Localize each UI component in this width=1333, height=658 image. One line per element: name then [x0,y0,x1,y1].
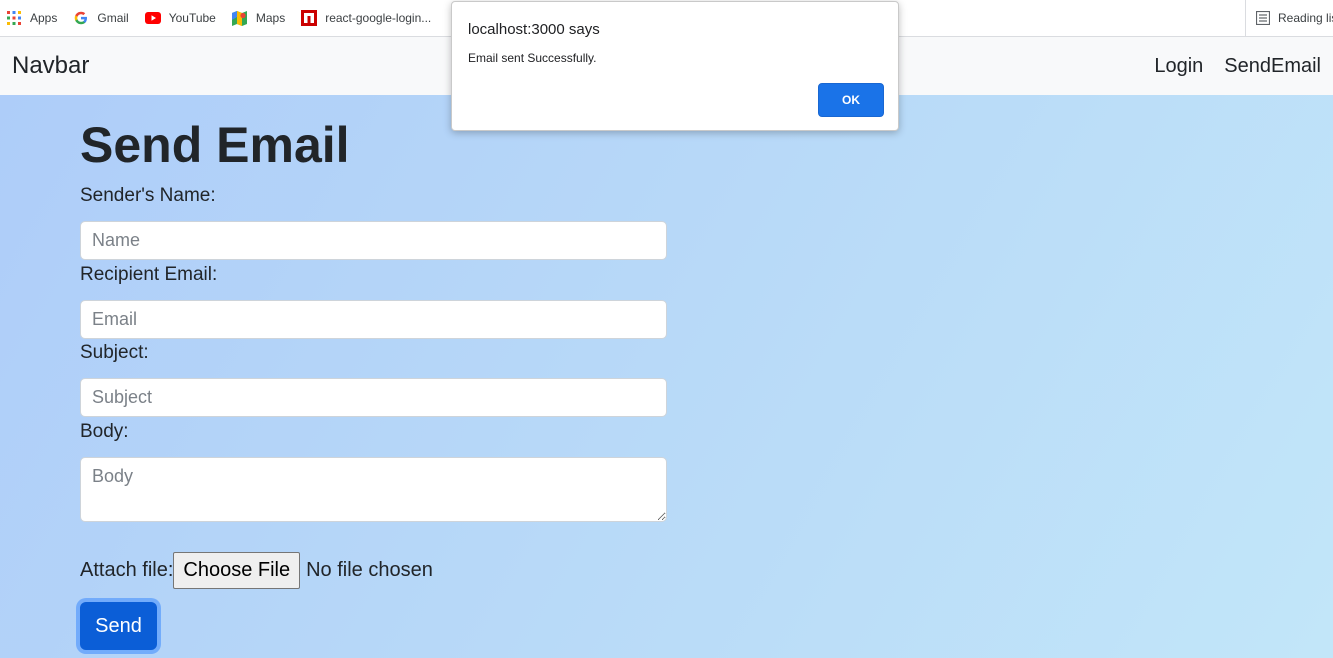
ok-button[interactable]: OK [818,83,884,117]
navbar-brand[interactable]: Navbar [12,52,89,80]
reading-list-icon [1256,10,1270,26]
bookmark-gmail[interactable]: Gmail [73,10,129,26]
bookmark-youtube[interactable]: YouTube [144,10,216,26]
bookmark-label: YouTube [168,11,216,25]
attach-file-row: Attach file: Choose File No file chosen [80,552,433,589]
nav-link-login[interactable]: Login [1154,55,1203,78]
subject-label: Subject: [80,342,149,363]
bookmark-label: react-google-login... [325,11,432,25]
reading-list-button[interactable]: Reading list [1245,0,1333,36]
reading-list-label: Reading list [1278,11,1333,25]
subject-input[interactable] [80,378,667,417]
nav-links: Login SendEmail [1133,55,1321,78]
sender-name-input[interactable] [80,221,667,260]
main-content: Send Email Sender's Name: Recipient Emai… [0,95,1333,658]
dialog-title: localhost:3000 says [468,21,600,38]
bookmark-apps[interactable]: Apps [6,10,57,26]
bookmark-label: Apps [30,11,58,25]
choose-file-button[interactable]: Choose File [173,552,301,589]
dialog-message: Email sent Successfully. [468,51,597,65]
npm-icon [301,10,318,26]
alert-dialog: localhost:3000 says Email sent Successfu… [451,1,899,131]
recipient-email-label: Recipient Email: [80,264,218,285]
send-button[interactable]: Send [80,602,157,650]
sender-name-label: Sender's Name: [80,185,216,206]
apps-grid-icon [6,10,22,26]
google-g-icon [73,10,89,26]
maps-icon [232,10,248,26]
nav-link-sendemail[interactable]: SendEmail [1224,55,1321,78]
bookmark-react-google-login[interactable]: react-google-login... [301,10,431,26]
attach-file-label: Attach file: [80,559,174,581]
no-file-chosen-text: No file chosen [306,559,433,581]
bookmark-label: Gmail [97,11,129,25]
body-label: Body: [80,421,129,442]
page-title: Send Email [80,117,350,173]
bookmark-label: Maps [255,11,286,25]
body-textarea[interactable] [80,457,667,522]
recipient-email-input[interactable] [80,300,667,339]
bookmark-maps[interactable]: Maps [232,10,285,26]
youtube-icon [144,10,161,26]
